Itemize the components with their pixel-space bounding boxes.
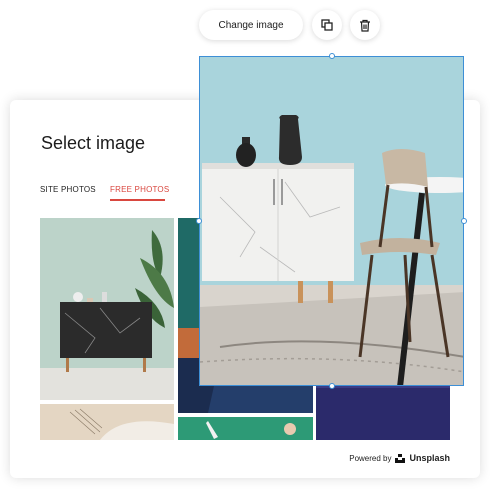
change-image-button[interactable]: Change image (199, 10, 303, 40)
powered-by-text: Powered by (349, 453, 392, 463)
dialog-title: Select image (41, 133, 146, 153)
tab-site-photos[interactable]: SITE PHOTOS (40, 185, 96, 194)
resize-handle-right[interactable] (461, 218, 467, 224)
photo-tile-green[interactable] (178, 417, 313, 440)
selected-image[interactable] (199, 56, 464, 386)
photo-tile-black-cabinet[interactable] (40, 218, 174, 400)
unsplash-attribution[interactable]: Powered by Unsplash (349, 453, 450, 463)
tab-free-photos[interactable]: FREE PHOTOS (110, 185, 169, 194)
change-image-label: Change image (218, 19, 284, 31)
duplicate-icon (321, 19, 333, 31)
photo-tile-book[interactable] (40, 404, 174, 440)
unsplash-logo-icon (395, 453, 406, 463)
active-tab-indicator (110, 199, 165, 201)
trash-icon (360, 19, 370, 32)
resize-handle-bottom[interactable] (329, 383, 335, 389)
unsplash-brand: Unsplash (409, 453, 450, 463)
delete-button[interactable] (350, 10, 380, 40)
duplicate-button[interactable] (312, 10, 342, 40)
resize-handle-top[interactable] (329, 53, 335, 59)
resize-handle-left[interactable] (196, 218, 202, 224)
